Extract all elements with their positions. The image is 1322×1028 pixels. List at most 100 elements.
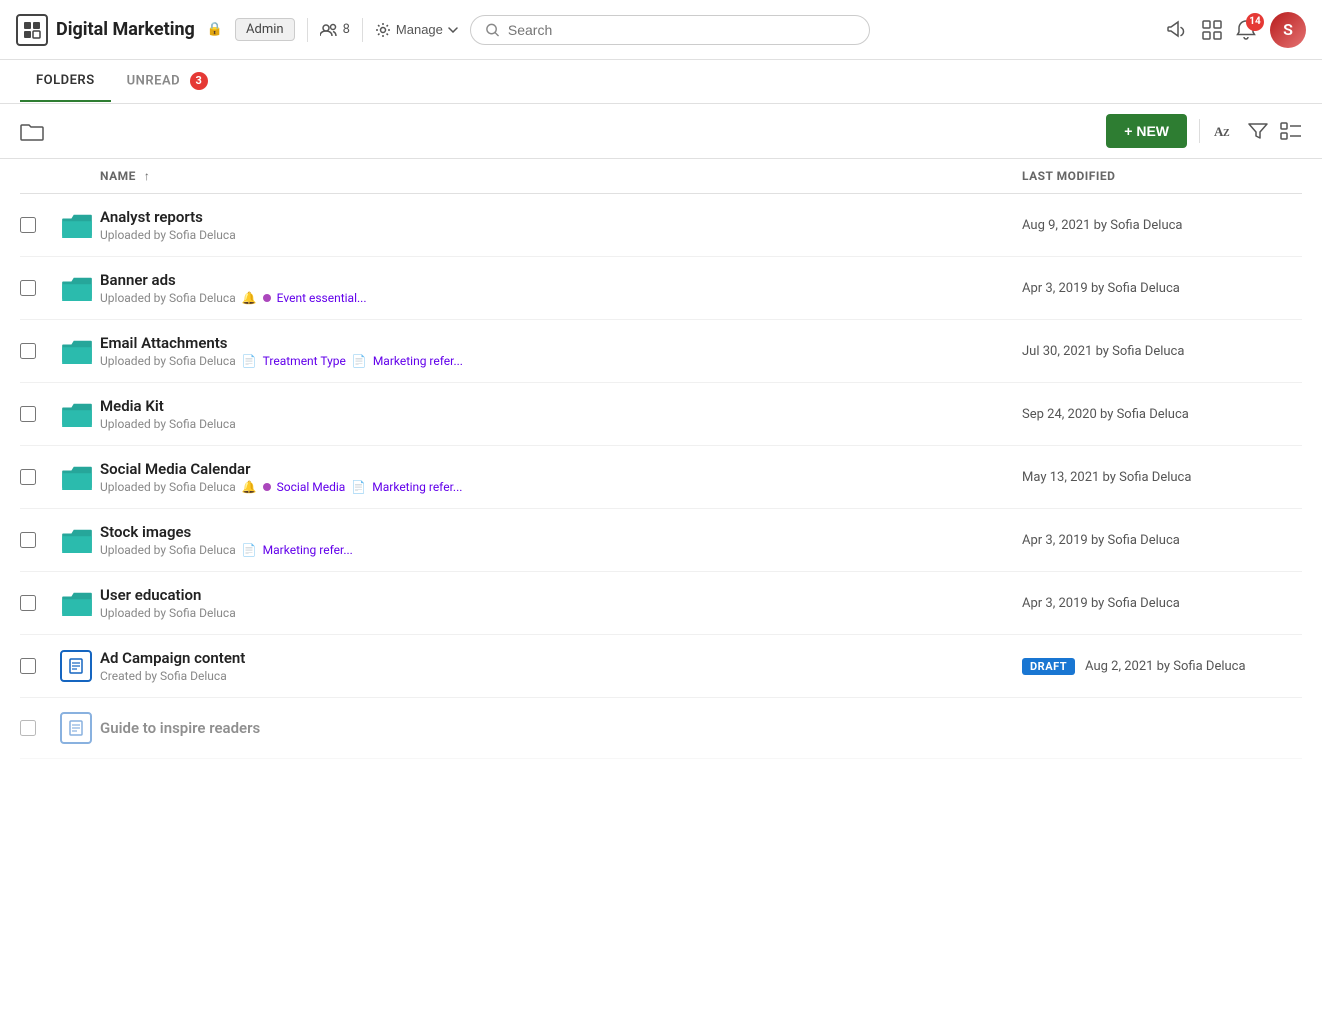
row-name: Social Media Calendar [100,460,1022,478]
row-content: Stock images Uploaded by Sofia Deluca 📄M… [100,523,1022,557]
row-content: Media Kit Uploaded by Sofia Deluca [100,397,1022,431]
row-checkbox[interactable] [20,217,60,233]
tab-folders[interactable]: FOLDERS [20,61,111,102]
announcement-button[interactable] [1166,20,1188,40]
tag-label[interactable]: Marketing refer... [372,480,462,494]
row-type-icon [60,400,100,428]
row-checkbox[interactable] [20,343,60,359]
table-header: NAME ↑ LAST MODIFIED [20,159,1302,194]
members-count: 8 [343,22,350,37]
row-checkbox[interactable] [20,469,60,485]
members-button[interactable]: 8 [320,22,350,37]
folder-icon [60,526,94,554]
tag-dot [263,294,271,302]
file-table: NAME ↑ LAST MODIFIED Analyst reports Upl… [0,159,1322,759]
logo-icon [16,14,48,46]
row-subtitle: Created by Sofia Deluca [100,669,1022,683]
tag-label[interactable]: Treatment Type [263,354,346,368]
toolbar: + NEW A Z [0,104,1322,159]
table-row[interactable]: Ad Campaign content Created by Sofia Del… [20,635,1302,698]
row-type-icon [60,211,100,239]
search-bar[interactable] [470,15,870,45]
table-row[interactable]: Email Attachments Uploaded by Sofia Delu… [20,320,1302,383]
row-name: Stock images [100,523,1022,541]
table-row[interactable]: Media Kit Uploaded by Sofia Deluca Sep 2… [20,383,1302,446]
row-content: Ad Campaign content Created by Sofia Del… [100,649,1022,683]
tabs-bar: FOLDERS UNREAD 3 [0,60,1322,104]
doc-icon: 📄 [242,543,257,557]
row-checkbox[interactable] [20,720,60,736]
row-checkbox[interactable] [20,280,60,296]
row-type-icon [60,526,100,554]
new-button-label: + NEW [1124,123,1169,139]
row-checkbox[interactable] [20,406,60,422]
manage-button[interactable]: Manage [375,22,458,38]
row-subtitle: Uploaded by Sofia Deluca 📄Marketing refe… [100,543,1022,557]
row-file-icon [60,712,100,744]
row-content: Analyst reports Uploaded by Sofia Deluca [100,208,1022,242]
row-checkbox[interactable] [20,658,60,674]
table-rows: Analyst reports Uploaded by Sofia Deluca… [20,194,1302,759]
modified-date: Jul 30, 2021 by Sofia Deluca [1022,344,1184,359]
folder-icon [60,463,94,491]
row-type-icon [60,274,100,302]
doc-icon: 📄 [351,480,366,494]
sort-arrow-icon: ↑ [144,169,151,183]
search-input[interactable] [508,22,855,38]
view-toggle-button[interactable] [1280,122,1302,140]
avatar-initials: S [1283,20,1293,39]
row-subtitle: Uploaded by Sofia Deluca [100,228,1022,242]
filter-button[interactable] [1248,122,1268,140]
tag-label[interactable]: Marketing refer... [373,354,463,368]
tag-dot [263,483,271,491]
header-name-col[interactable]: NAME ↑ [100,169,1022,183]
row-name: Media Kit [100,397,1022,415]
gear-icon [375,22,391,38]
header-actions: 14 S [1166,12,1306,48]
table-row[interactable]: Banner ads Uploaded by Sofia Deluca 🔔Eve… [20,257,1302,320]
table-row[interactable]: Analyst reports Uploaded by Sofia Deluca… [20,194,1302,257]
draft-badge: DRAFT [1022,658,1075,675]
tag-label[interactable]: Social Media [277,480,346,494]
header: Digital Marketing 🔒 Admin 8 Manage [0,0,1322,60]
row-type-icon [60,463,100,491]
admin-badge[interactable]: Admin [235,18,295,41]
lock-icon: 🔒 [207,22,223,37]
row-name: User education [100,586,1022,604]
row-checkbox[interactable] [20,595,60,611]
grid-button[interactable] [1202,20,1222,40]
modified-date: May 13, 2021 by Sofia Deluca [1022,470,1191,485]
folder-icon-button[interactable] [20,121,44,141]
notifications-button[interactable]: 14 [1236,19,1256,41]
file-icon [60,650,92,682]
row-subtitle: Uploaded by Sofia Deluca 📄Treatment Type… [100,354,1022,368]
table-row[interactable]: Stock images Uploaded by Sofia Deluca 📄M… [20,509,1302,572]
row-modified: Sep 24, 2020 by Sofia Deluca [1022,407,1302,422]
row-content: Guide to inspire readers [100,719,1302,737]
bell-icon: 🔔 [242,291,257,305]
folder-icon [60,337,94,365]
row-name: Ad Campaign content [100,649,1022,667]
table-row[interactable]: User education Uploaded by Sofia Deluca … [20,572,1302,635]
avatar[interactable]: S [1270,12,1306,48]
table-row[interactable]: Social Media Calendar Uploaded by Sofia … [20,446,1302,509]
row-modified: DRAFT Aug 2, 2021 by Sofia Deluca [1022,658,1302,675]
tag-label[interactable]: Event essential... [277,291,367,305]
members-icon [320,23,338,37]
row-content: Banner ads Uploaded by Sofia Deluca 🔔Eve… [100,271,1022,305]
row-checkbox[interactable] [20,532,60,548]
bell-icon: 🔔 [242,480,257,494]
row-type-icon [60,589,100,617]
table-row[interactable]: Guide to inspire readers [20,698,1302,759]
search-icon [485,22,500,38]
workspace-name: Digital Marketing [56,19,195,40]
modified-date: Aug 9, 2021 by Sofia Deluca [1022,218,1183,233]
modified-date: Apr 3, 2019 by Sofia Deluca [1022,281,1180,296]
new-button[interactable]: + NEW [1106,114,1187,148]
row-subtitle: Uploaded by Sofia Deluca [100,606,1022,620]
tag-label[interactable]: Marketing refer... [263,543,353,557]
doc-icon: 📄 [242,354,257,368]
tab-unread[interactable]: UNREAD 3 [111,60,224,104]
doc-icon: 📄 [352,354,367,368]
sort-az-button[interactable]: A Z [1212,121,1236,141]
